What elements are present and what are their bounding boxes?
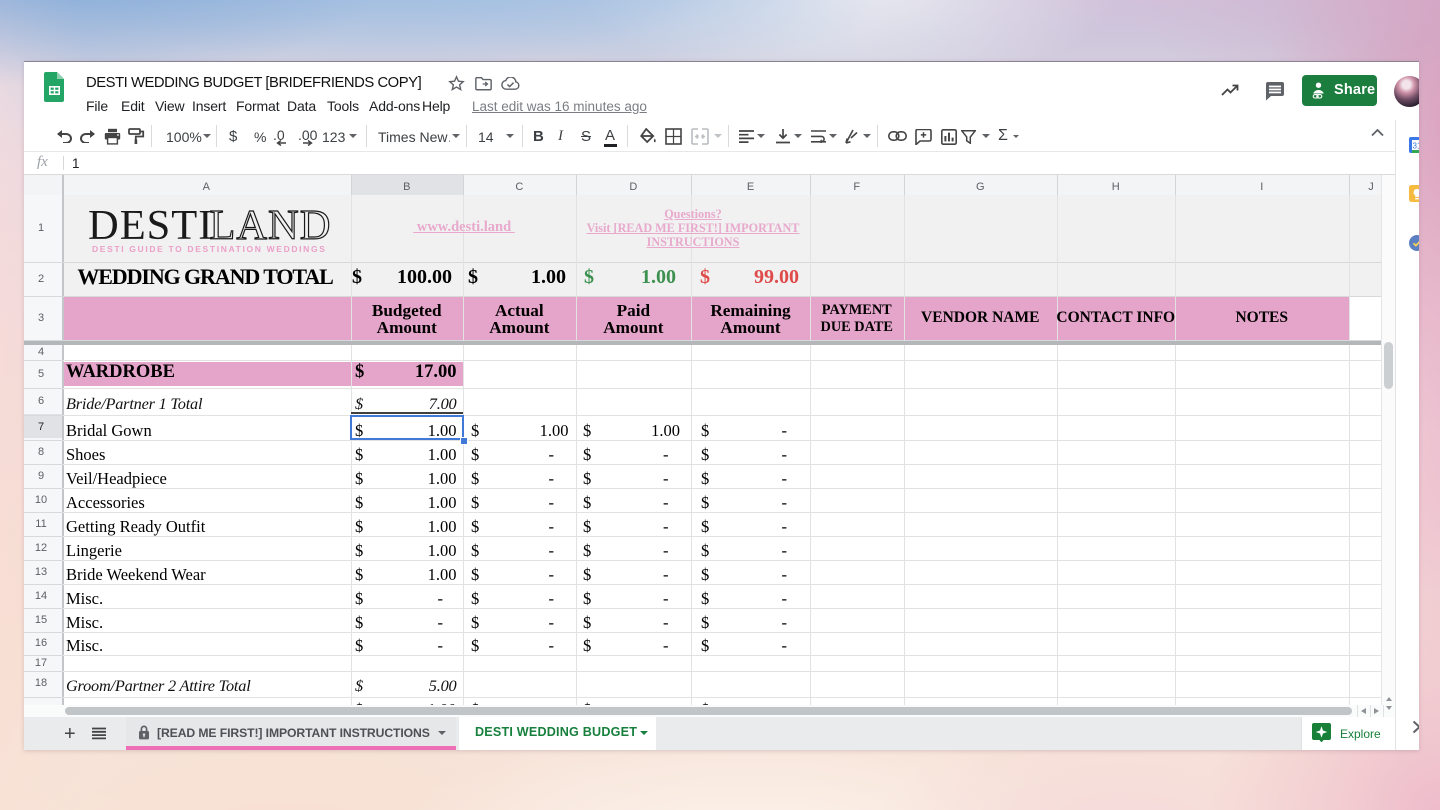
svg-text:31: 31 — [1413, 142, 1419, 151]
